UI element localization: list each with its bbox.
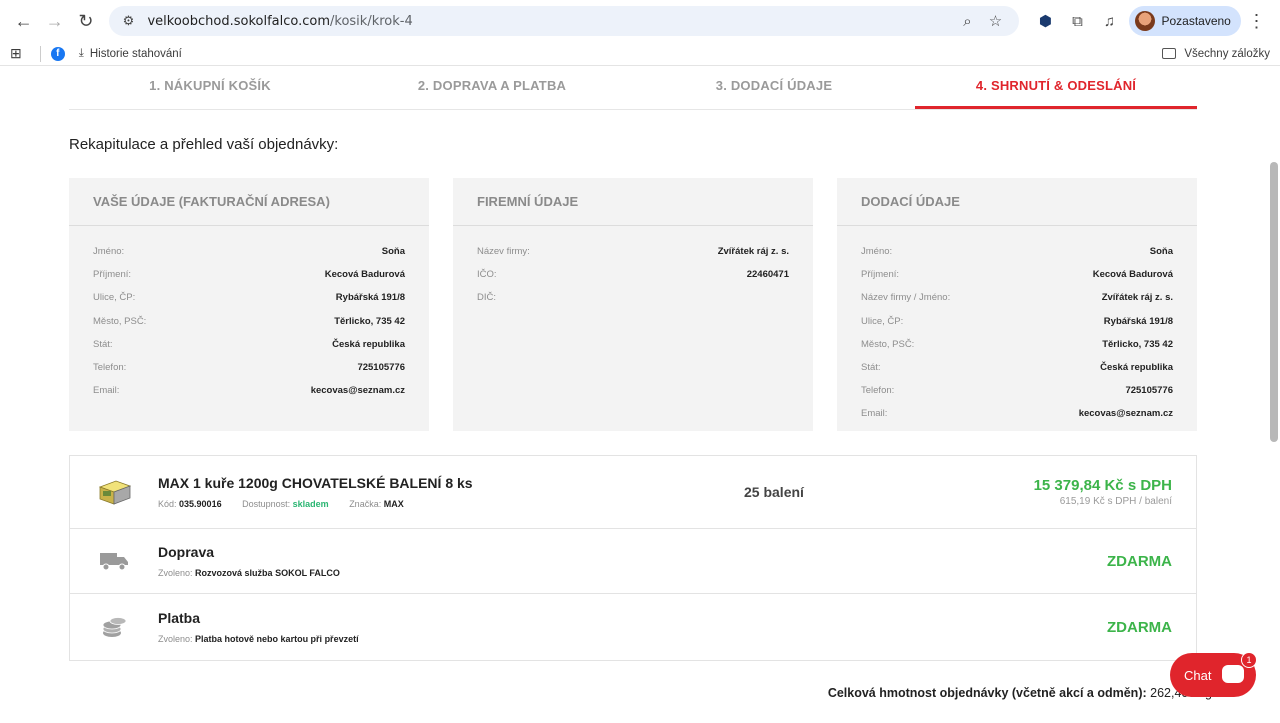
- url-text: velkoobchod.sokolfalco.com/kosik/krok-4: [147, 13, 413, 29]
- truck-icon: [100, 553, 128, 571]
- address-bar[interactable]: ⚙ velkoobchod.sokolfalco.com/kosik/krok-…: [109, 6, 1020, 36]
- delivery-row-company: Název firmy / Jméno: Zvířátek ráj z. s.: [861, 292, 1173, 304]
- delivery-row-first-name: Jméno: Soňa: [861, 246, 1173, 258]
- delivery-row-street: Ulice, ČP: Rybářská 191/8: [861, 315, 1173, 327]
- bookmarks-separator: [39, 45, 41, 62]
- product-row: MAX 1 kuře 1200g CHOVATELSKÉ BALENÍ 8 ks…: [70, 456, 1196, 529]
- total-weight: Celková hmotnost objednávky (včetně akcí…: [827, 686, 1212, 700]
- product-meta: Kód: 035.90016 Dostupnost: skladem Značk…: [158, 499, 404, 509]
- billing-card: VAŠE ÚDAJE (FAKTURAČNÍ ADRESA) Jméno: Soň…: [69, 178, 429, 431]
- all-bookmarks[interactable]: Všechny záložky: [1162, 48, 1270, 60]
- zoom-icon[interactable]: ⌕: [953, 7, 981, 35]
- product-unit-price: 615,19 Kč s DPH / balení: [1059, 496, 1172, 507]
- bookmark-facebook[interactable]: f: [50, 46, 65, 61]
- delivery-row-phone: Telefon: 725105776: [861, 385, 1173, 397]
- folder-icon: [1162, 48, 1177, 59]
- delivery-row-city: Město, PSČ: Těrlicko, 735 42: [861, 338, 1173, 350]
- address-cards: VAŠE ÚDAJE (FAKTURAČNÍ ADRESA) Jméno: Soň…: [69, 178, 1197, 431]
- chat-label: Chat: [1184, 667, 1212, 683]
- browser-toolbar: ← → ↻ ⚙ velkoobchod.sokolfalco.com/kosik…: [0, 0, 1280, 42]
- bookmarks-bar: ⊞ f ⤓ Historie stahování Všechny záložky: [0, 42, 1280, 66]
- product-image[interactable]: [96, 477, 132, 507]
- product-quantity: 25 balení: [744, 484, 804, 500]
- payment-price: ZDARMA: [1107, 618, 1172, 636]
- payment-row: Platba Zvoleno: Platba hotově nebo karto…: [70, 594, 1196, 660]
- payment-chosen: Zvoleno: Platba hotově nebo kartou při p…: [158, 634, 359, 644]
- company-row-dic: DIČ:: [477, 292, 496, 304]
- extension-shield-icon[interactable]: ⬢: [1031, 7, 1059, 35]
- shipping-row: Doprava Zvoleno: Rozvozová služba SOKOL …: [70, 529, 1196, 594]
- delivery-row-country: Stát: Česká republika: [861, 362, 1173, 374]
- media-control-icon[interactable]: ♫: [1095, 7, 1123, 35]
- payment-title: Platba: [158, 610, 201, 626]
- shipping-chosen: Zvoleno: Rozvozová služba SOKOL FALCO: [158, 568, 340, 578]
- bookmark-download-history[interactable]: ⤓ Historie stahování: [79, 47, 182, 60]
- page-content: 1. NÁKUPNÍ KOŠÍK 2. DOPRAVA A PLATBA 3. …: [0, 66, 1280, 723]
- delivery-row-last-name: Příjmení: Kecová Badurová: [861, 269, 1173, 281]
- billing-card-title: VAŠE ÚDAJE (FAKTURAČNÍ ADRESA): [69, 178, 429, 226]
- step-delivery-details[interactable]: 3. DODACÍ ÚDAJE: [633, 66, 915, 109]
- back-icon[interactable]: ←: [8, 5, 39, 37]
- avatar: [1135, 11, 1156, 31]
- profile-button[interactable]: Pozastaveno: [1129, 6, 1241, 36]
- site-info-icon[interactable]: ⚙: [119, 12, 137, 30]
- reload-icon[interactable]: ↻: [70, 5, 101, 37]
- billing-row-first-name: Jméno: Soňa: [93, 246, 405, 258]
- facebook-icon: f: [50, 46, 65, 61]
- product-price: 15 379,84 Kč s DPH: [1033, 477, 1172, 494]
- apps-grid-icon[interactable]: ⊞: [10, 45, 22, 62]
- extensions-puzzle-icon[interactable]: ⧉: [1063, 7, 1091, 35]
- delivery-row-email: Email: kecovas@seznam.cz: [861, 408, 1173, 420]
- profile-label: Pozastaveno: [1161, 14, 1231, 28]
- chat-unread-badge: 1: [1241, 652, 1257, 668]
- billing-row-phone: Telefon: 725105776: [93, 362, 405, 374]
- bookmark-star-icon[interactable]: ☆: [981, 7, 1009, 35]
- coins-icon: [102, 617, 127, 637]
- order-items: MAX 1 kuře 1200g CHOVATELSKÉ BALENÍ 8 ks…: [69, 455, 1197, 661]
- shipping-title: Doprava: [158, 544, 215, 560]
- shipping-price: ZDARMA: [1107, 552, 1172, 570]
- download-icon: ⤓: [78, 47, 84, 59]
- forward-icon[interactable]: →: [39, 5, 70, 37]
- product-name[interactable]: MAX 1 kuře 1200g CHOVATELSKÉ BALENÍ 8 ks: [158, 475, 1034, 491]
- billing-row-country: Stát: Česká republika: [93, 338, 405, 350]
- recap-title: Rekapitulace a přehled vaší objednávky:: [69, 136, 339, 153]
- company-row-ico: IČO: 22460471: [477, 269, 789, 281]
- billing-row-email: Email: kecovas@seznam.cz: [93, 385, 405, 397]
- checkout-steps: 1. NÁKUPNÍ KOŠÍK 2. DOPRAVA A PLATBA 3. …: [69, 66, 1197, 110]
- step-summary[interactable]: 4. SHRNUTÍ & ODESLÁNÍ: [915, 66, 1197, 109]
- billing-row-last-name: Příjmení: Kecová Badurová: [93, 269, 405, 281]
- company-card: FIREMNÍ ÚDAJE Název firmy: Zvířátek ráj z…: [453, 178, 813, 431]
- delivery-card: DODACÍ ÚDAJE Jméno: Soňa Příjmení: Kecová …: [837, 178, 1197, 431]
- menu-kebab-icon[interactable]: ⋮: [1241, 5, 1272, 37]
- step-shipping-payment[interactable]: 2. DOPRAVA A PLATBA: [351, 66, 633, 109]
- page-scrollbar[interactable]: [1270, 162, 1278, 442]
- company-card-title: FIREMNÍ ÚDAJE: [453, 178, 813, 226]
- billing-row-city: Město, PSČ: Těrlicko, 735 42: [93, 315, 405, 327]
- company-row-name: Název firmy: Zvířátek ráj z. s.: [477, 246, 789, 258]
- delivery-card-title: DODACÍ ÚDAJE: [837, 178, 1197, 226]
- chat-bubble-icon: [1222, 665, 1244, 683]
- step-cart[interactable]: 1. NÁKUPNÍ KOŠÍK: [69, 66, 351, 109]
- billing-row-street: Ulice, ČP: Rybářská 191/8: [93, 292, 405, 304]
